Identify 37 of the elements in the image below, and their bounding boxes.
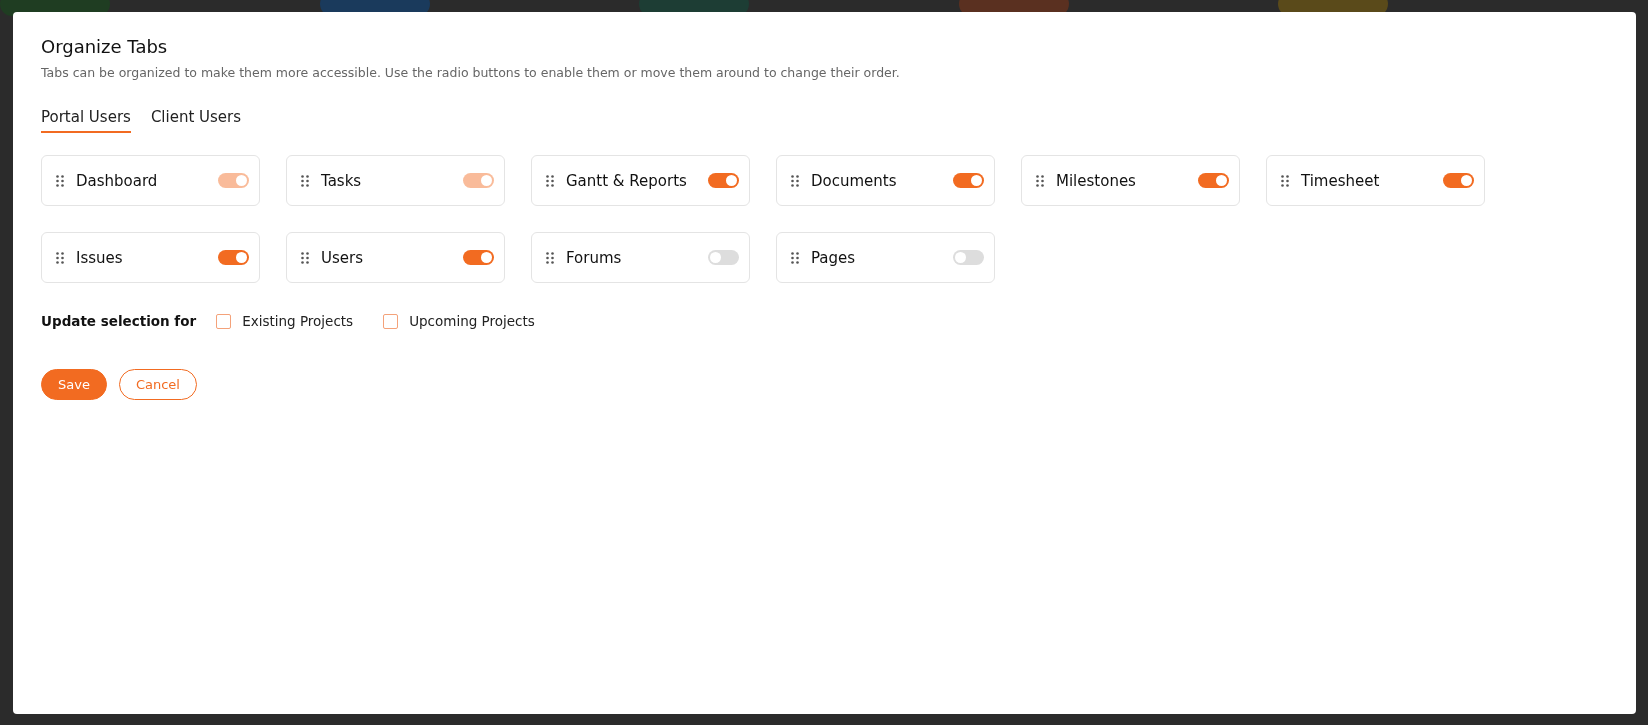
toggle-switch[interactable] <box>1198 173 1229 188</box>
tab-name: Documents <box>811 171 898 190</box>
drag-handle-icon[interactable] <box>56 174 64 187</box>
update-selection-label: Update selection for <box>41 313 197 329</box>
toggle-switch[interactable] <box>1443 173 1474 188</box>
drag-handle-icon[interactable] <box>791 251 799 264</box>
drag-handle-icon[interactable] <box>1036 174 1044 187</box>
toggle-switch[interactable] <box>463 250 494 265</box>
toggle-switch[interactable] <box>708 173 739 188</box>
tab[interactable]: Portal Users <box>41 108 131 133</box>
dialog-description: Tabs can be organized to make them more accessible. Use the radio buttons to enable them or move them around to change their order. <box>41 65 901 80</box>
tab[interactable]: Client Users <box>150 108 242 133</box>
drag-handle-icon[interactable] <box>791 174 799 187</box>
toggle-switch[interactable] <box>953 250 984 265</box>
checkbox-label[interactable]: Existing Projects <box>242 313 354 329</box>
tab-name: Pages <box>811 248 857 267</box>
checkbox-label[interactable]: Upcoming Projects <box>409 313 535 329</box>
drag-handle-icon[interactable] <box>301 174 309 187</box>
tab-name: Dashboard <box>76 171 159 190</box>
drag-handle-icon[interactable] <box>546 251 554 264</box>
drag-handle-icon[interactable] <box>546 174 554 187</box>
tab-name: Users <box>321 248 364 267</box>
drag-handle-icon[interactable] <box>301 251 309 264</box>
tab-name: Tasks <box>321 171 363 190</box>
drag-handle-icon[interactable] <box>56 251 64 264</box>
dialog-title: Organize Tabs <box>41 36 169 57</box>
toggle-switch[interactable] <box>708 250 739 265</box>
tab-name: Gantt & Reports <box>566 171 688 190</box>
tab-name: Timesheet <box>1301 171 1381 190</box>
drag-handle-icon[interactable] <box>1281 174 1289 187</box>
checkbox[interactable] <box>383 313 399 329</box>
tab-name: Issues <box>76 248 124 267</box>
tab-name: Forums <box>566 248 623 267</box>
toggle-switch[interactable] <box>218 250 249 265</box>
toggle-switch[interactable] <box>953 173 984 188</box>
checkbox[interactable] <box>216 313 232 329</box>
tab-name: Milestones <box>1056 171 1137 190</box>
